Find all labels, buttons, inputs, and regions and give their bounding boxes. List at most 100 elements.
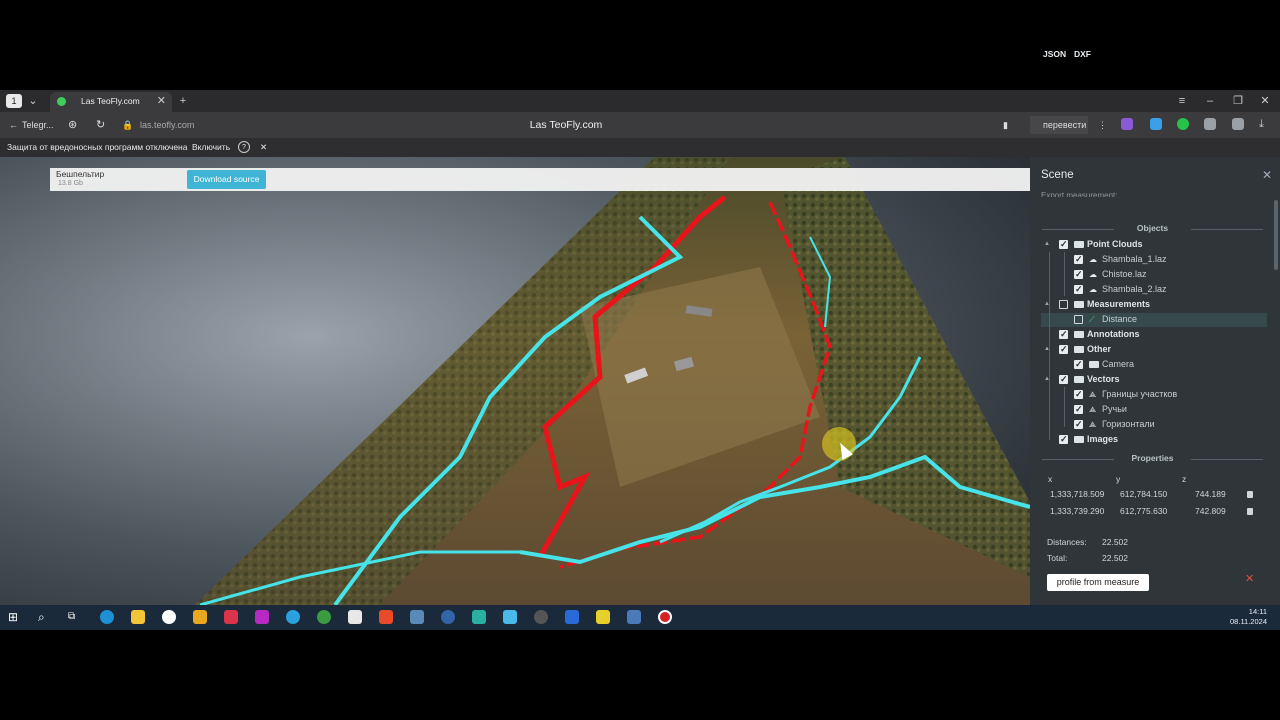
file-explorer-icon[interactable] <box>131 610 145 624</box>
tree-guide-line <box>1064 387 1065 427</box>
extension-icon[interactable] <box>1121 118 1133 130</box>
whatsapp-icon[interactable] <box>1177 118 1189 130</box>
bookmark-icon[interactable]: ▮ <box>1003 112 1008 138</box>
app-icon[interactable] <box>224 610 238 624</box>
close-panel-icon[interactable]: ✕ <box>1262 168 1272 182</box>
checkbox[interactable] <box>1059 372 1068 387</box>
minimize-icon[interactable]: – <box>1203 90 1217 112</box>
checkbox[interactable] <box>1074 357 1083 372</box>
checkbox[interactable] <box>1059 342 1068 357</box>
app-icon[interactable] <box>627 610 641 624</box>
screen: 1 ⌄ + ≡ – ❐ ✕ Las TeoFly.com ✕ ← Telegr.… <box>0 0 1280 720</box>
tree-item-label: Chistoe.laz <box>1102 269 1147 279</box>
panel-scrollbar[interactable] <box>1274 200 1278 270</box>
puzzle-icon[interactable] <box>1204 118 1216 130</box>
tabs-counter-icon[interactable]: 1 <box>6 94 22 108</box>
tree-item-label: Shambala_1.laz <box>1102 254 1167 264</box>
distances-value: 22.502 <box>1102 537 1128 547</box>
download-icon[interactable]: ⤓ <box>1259 118 1271 130</box>
distance-measure-icon: ⟋ <box>1089 315 1095 324</box>
dataset-size: 13.8 Gb <box>58 180 83 187</box>
checkbox[interactable] <box>1059 237 1068 252</box>
checkbox[interactable] <box>1074 252 1083 267</box>
app-icon[interactable] <box>255 610 269 624</box>
close-tab-icon[interactable]: ✕ <box>157 94 166 107</box>
copy-icon[interactable] <box>1247 491 1253 498</box>
yandex-icon[interactable] <box>379 610 393 624</box>
app-icon[interactable] <box>565 610 579 624</box>
checkbox[interactable] <box>1074 417 1083 432</box>
export-dxf-button[interactable]: DXF <box>1074 49 1091 59</box>
collapse-arrow-icon[interactable]: ▲ <box>1044 372 1050 387</box>
vector-layer-icon: ⟁ <box>1089 390 1097 399</box>
translate-button[interactable]: перевести <box>1030 116 1088 134</box>
folder-icon <box>1089 361 1099 368</box>
profile-from-measure-button[interactable]: profile from measure <box>1047 574 1149 591</box>
dismiss-warning-icon[interactable]: ✕ <box>260 138 267 157</box>
restore-icon[interactable]: ❐ <box>1231 90 1245 112</box>
copy-icon[interactable] <box>1247 508 1253 515</box>
folder-icon <box>1074 301 1084 308</box>
checkbox[interactable] <box>1059 300 1068 309</box>
point-cloud-icon: ☁ <box>1089 285 1097 294</box>
checkbox[interactable] <box>1074 267 1083 282</box>
warning-bar: Защита от вредоносных программ отключена… <box>0 138 1280 157</box>
total-value: 22.502 <box>1102 553 1128 563</box>
point-cloud-viewport[interactable]: Бешпельтир 13.8 Gb Download source <box>0 157 1030 605</box>
download-source-button[interactable]: Download source <box>187 170 266 189</box>
point-cloud-icon: ☁ <box>1089 270 1097 279</box>
collapse-arrow-icon[interactable]: ▲ <box>1044 237 1050 252</box>
close-window-icon[interactable]: ✕ <box>1258 90 1272 112</box>
browser-tab-strip: 1 ⌄ + ≡ – ❐ ✕ <box>0 90 1280 112</box>
calculator-icon[interactable] <box>410 610 424 624</box>
edge-icon[interactable] <box>100 610 114 624</box>
tree-item-label: Annotations <box>1087 329 1140 339</box>
tree-guide-line <box>1064 252 1065 296</box>
telegram-icon[interactable] <box>286 610 300 624</box>
help-icon[interactable]: ? <box>238 141 250 153</box>
task-view-icon[interactable]: ⧉ <box>68 610 82 624</box>
cloud-icon[interactable] <box>1150 118 1162 130</box>
menu-icon[interactable]: ≡ <box>1175 90 1189 112</box>
folder-icon <box>1074 376 1084 383</box>
app-icon[interactable] <box>534 610 548 624</box>
checkbox[interactable] <box>1059 327 1068 342</box>
app-icon[interactable] <box>472 610 486 624</box>
app-icon[interactable] <box>596 610 610 624</box>
point-2-x: 1,333,739.290 <box>1050 506 1105 516</box>
app-icon[interactable] <box>193 610 207 624</box>
chevron-down-icon[interactable]: ⌄ <box>26 90 40 112</box>
tree-item-label: Point Clouds <box>1087 239 1143 249</box>
enable-protection-link[interactable]: Включить <box>192 138 230 157</box>
search-icon[interactable]: ⌕ <box>38 610 52 624</box>
checkbox[interactable] <box>1059 432 1068 447</box>
collapse-arrow-icon[interactable]: ▲ <box>1044 297 1050 312</box>
app-icon[interactable] <box>503 610 517 624</box>
warning-message: Защита от вредоносных программ отключена <box>7 142 188 152</box>
yandex-browser-icon[interactable] <box>162 610 176 624</box>
remove-measurement-icon[interactable]: ✕ <box>1245 572 1254 585</box>
checkbox[interactable] <box>1074 402 1083 417</box>
browser-tab[interactable]: Las TeoFly.com ✕ <box>50 92 172 112</box>
sidebar-icon[interactable] <box>1232 118 1244 130</box>
checkbox[interactable] <box>1074 387 1083 402</box>
point-2-y: 612,775.630 <box>1120 506 1168 516</box>
system-clock[interactable]: 14:11 08.11.2024 <box>1230 607 1267 627</box>
export-json-button[interactable]: JSON <box>1043 49 1066 59</box>
clock-date: 08.11.2024 <box>1230 617 1267 626</box>
windows-start-icon[interactable]: ⊞ <box>8 610 22 624</box>
app-icon[interactable] <box>441 610 455 624</box>
app-icon[interactable] <box>317 610 331 624</box>
collapse-arrow-icon[interactable]: ▲ <box>1044 342 1050 357</box>
site-favicon-icon <box>57 97 66 106</box>
folder-icon <box>1074 346 1084 353</box>
checkbox[interactable] <box>1074 282 1083 297</box>
tab-title: Las TeoFly.com <box>81 96 140 106</box>
column-z-header: z <box>1182 474 1187 484</box>
more-icon[interactable]: ⋮ <box>1098 112 1107 138</box>
record-icon[interactable] <box>658 610 672 624</box>
point-1-z: 744.189 <box>1195 489 1226 499</box>
new-tab-icon[interactable]: + <box>176 90 190 112</box>
checkbox[interactable] <box>1074 315 1083 324</box>
app-icon[interactable] <box>348 610 362 624</box>
